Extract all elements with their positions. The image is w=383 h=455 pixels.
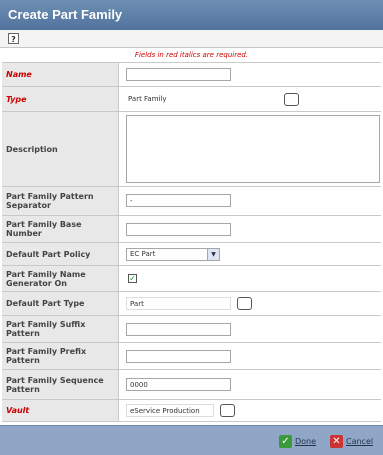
vault-chooser-button[interactable] (220, 404, 235, 417)
row-base-number: Part Family Base Number (2, 216, 381, 243)
part-type-value: Part (126, 297, 231, 310)
separator-label: Part Family Pattern Separator (2, 187, 119, 215)
toolbar: ? (0, 30, 383, 48)
type-chooser-button[interactable] (284, 93, 299, 106)
type-label: Type (2, 87, 119, 111)
name-generator-checkbox[interactable]: ✓ (128, 274, 137, 283)
policy-select[interactable]: EC Part ▼ (126, 248, 220, 261)
suffix-label: Part Family Suffix Pattern (2, 316, 119, 342)
done-label: Done (295, 436, 317, 446)
close-icon: ✕ (330, 434, 343, 448)
row-vault: Vault eService Production (2, 400, 381, 422)
base-number-label: Part Family Base Number (2, 216, 119, 242)
description-label: Description (2, 112, 119, 186)
row-policy: Default Part Policy EC Part ▼ (2, 243, 381, 266)
policy-selected-value: EC Part (130, 250, 156, 258)
row-part-type: Default Part Type Part (2, 292, 381, 316)
row-type: Type Part Family (2, 87, 381, 112)
separator-input[interactable]: - (126, 194, 231, 207)
suffix-input[interactable] (126, 323, 231, 336)
sequence-input[interactable]: 0000 (126, 378, 231, 391)
base-number-input[interactable] (126, 223, 231, 236)
name-input[interactable] (126, 68, 231, 81)
row-name-generator: Part Family Name Generator On ✓ (2, 266, 381, 292)
vault-value: eService Production (126, 404, 214, 417)
done-button[interactable]: ✓ Done (279, 434, 316, 448)
row-separator: Part Family Pattern Separator - (2, 187, 381, 216)
create-part-family-form: Name Type Part Family Description Part F… (2, 62, 381, 422)
type-value: Part Family (128, 95, 167, 103)
window-title: Create Part Family (0, 0, 383, 30)
prefix-input[interactable] (126, 350, 231, 363)
required-fields-notice: Fields in red italics are required. (134, 51, 249, 59)
row-prefix: Part Family Prefix Pattern (2, 343, 381, 370)
part-type-label: Default Part Type (2, 292, 119, 315)
dialog-footer: ✓ Done ✕ Cancel (0, 425, 383, 455)
checkmark-icon: ✓ (279, 434, 292, 448)
chevron-down-icon: ▼ (207, 249, 219, 260)
help-icon[interactable]: ? (8, 33, 19, 44)
row-description: Description (2, 112, 381, 187)
cancel-label: Cancel (346, 436, 374, 446)
policy-label: Default Part Policy (2, 243, 119, 265)
part-type-chooser-button[interactable] (237, 297, 252, 310)
row-sequence: Part Family Sequence Pattern 0000 (2, 370, 381, 400)
name-label: Name (2, 63, 119, 86)
description-textarea[interactable] (126, 115, 380, 183)
prefix-label: Part Family Prefix Pattern (2, 343, 119, 369)
sequence-label: Part Family Sequence Pattern (2, 370, 119, 399)
cancel-button[interactable]: ✕ Cancel (330, 434, 373, 448)
vault-label: Vault (2, 400, 119, 421)
row-suffix: Part Family Suffix Pattern (2, 316, 381, 343)
row-name: Name (2, 63, 381, 87)
name-generator-label: Part Family Name Generator On (2, 266, 119, 291)
